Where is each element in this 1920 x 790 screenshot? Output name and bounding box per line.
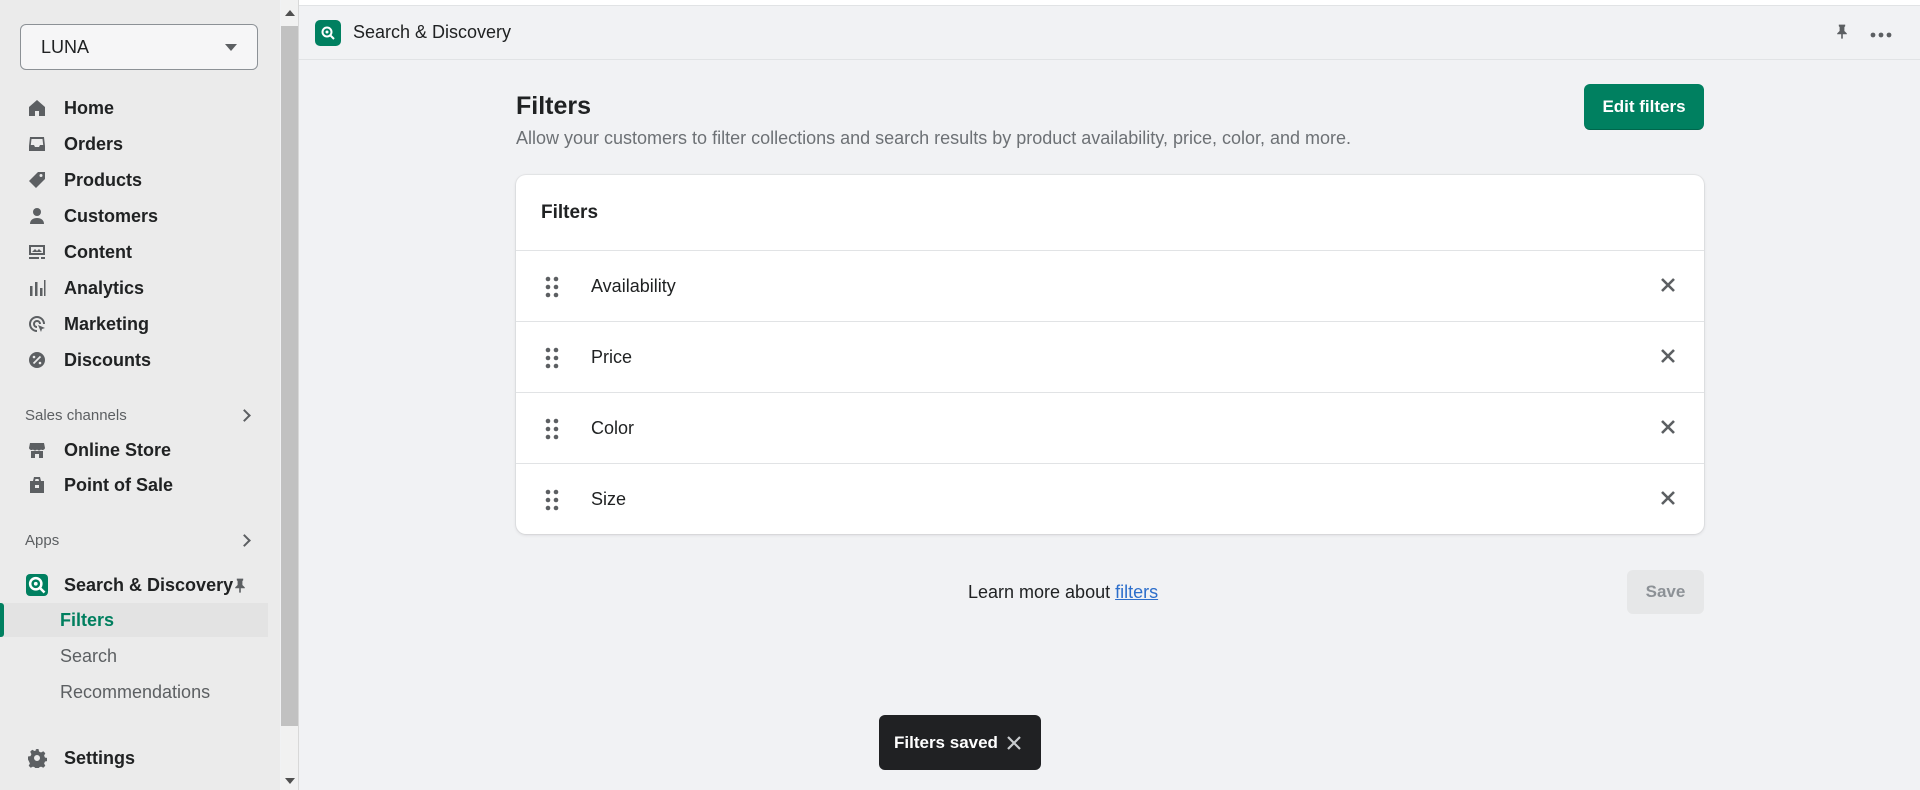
home-icon: [26, 97, 48, 119]
pin-icon[interactable]: [232, 577, 248, 598]
section-label: Apps: [25, 531, 60, 549]
apps-header[interactable]: Apps: [25, 528, 255, 552]
filter-row: Availability: [516, 251, 1704, 322]
nav-orders[interactable]: Orders: [0, 127, 268, 161]
inbox-icon: [26, 133, 48, 155]
scroll-thumb[interactable]: [281, 26, 298, 726]
nav-marketing[interactable]: Marketing: [0, 307, 268, 341]
subnav-filters[interactable]: Filters: [0, 603, 268, 637]
nav-label: Discounts: [64, 349, 152, 370]
filter-label: Availability: [591, 275, 676, 296]
toast-notification: Filters saved: [879, 715, 1041, 770]
sidebar-scrollbar[interactable]: [281, 0, 298, 790]
scroll-down-arrow-icon[interactable]: [285, 778, 295, 784]
sales-channels-header[interactable]: Sales channels: [25, 403, 255, 427]
more-options-icon[interactable]: [1870, 25, 1892, 43]
nav-label: Products: [64, 169, 143, 190]
drag-handle-icon[interactable]: [545, 347, 559, 369]
store-icon: [26, 439, 48, 461]
topbar-actions: [1834, 22, 1892, 45]
nav-settings[interactable]: Settings: [0, 741, 268, 775]
nav-label: Content: [64, 241, 132, 262]
drag-handle-icon[interactable]: [545, 489, 559, 511]
card-title: Filters: [516, 175, 1704, 251]
filter-label: Color: [591, 417, 635, 438]
nav-label: Marketing: [64, 313, 150, 334]
sidebar: LUNA Home Orders Products Customers Cont…: [0, 0, 280, 790]
nav-online-store[interactable]: Online Store: [0, 433, 268, 467]
search-discovery-icon: [26, 574, 48, 596]
nav-products[interactable]: Products: [0, 163, 268, 197]
nav-label: Settings: [64, 747, 136, 768]
nav-point-of-sale[interactable]: Point of Sale: [0, 468, 268, 502]
page-subtitle: Allow your customers to filter collectio…: [516, 128, 1352, 148]
filters-help-link[interactable]: filters: [1115, 582, 1158, 602]
nav-label: Customers: [64, 205, 159, 226]
filter-row: Color: [516, 393, 1704, 464]
learn-more-prefix: Learn more about: [968, 582, 1116, 602]
pin-icon[interactable]: [1834, 22, 1850, 45]
nav-label: Home: [64, 97, 115, 118]
subnav-recommendations[interactable]: Recommendations: [0, 675, 268, 709]
nav-label: Orders: [64, 133, 124, 154]
subnav-label: Recommendations: [60, 681, 211, 702]
gear-icon: [26, 747, 48, 769]
remove-filter-button[interactable]: [1658, 346, 1678, 366]
store-name: LUNA: [41, 36, 90, 57]
edit-filters-button[interactable]: Edit filters: [1584, 84, 1704, 130]
remove-filter-button[interactable]: [1658, 275, 1678, 295]
filter-row: Size: [516, 464, 1704, 534]
image-icon: [26, 241, 48, 263]
target-icon: [26, 313, 48, 335]
app-topbar: Search & Discovery: [299, 6, 1920, 60]
page-title: Filters: [516, 92, 592, 120]
nav-home[interactable]: Home: [0, 91, 268, 125]
remove-filter-button[interactable]: [1658, 417, 1678, 437]
filter-label: Size: [591, 489, 627, 509]
filter-label: Price: [591, 346, 633, 367]
save-button[interactable]: Save: [1627, 570, 1704, 614]
shopping-bag-icon: [26, 474, 48, 496]
caret-down-icon: [225, 43, 237, 51]
scroll-up-arrow-icon[interactable]: [285, 10, 295, 16]
app-title: Search & Discovery: [353, 22, 512, 42]
nav-label: Search & Discovery: [64, 574, 234, 595]
nav-analytics[interactable]: Analytics: [0, 271, 268, 305]
search-discovery-icon: [315, 19, 341, 46]
close-icon[interactable]: [1007, 735, 1021, 750]
toast-message: Filters saved: [894, 732, 998, 752]
subnav-label: Filters: [60, 609, 115, 630]
subnav-label: Search: [60, 645, 118, 666]
chevron-right-icon: [238, 533, 251, 547]
remove-filter-button[interactable]: [1658, 488, 1678, 508]
filter-row: Price: [516, 322, 1704, 393]
tag-icon: [26, 169, 48, 191]
person-icon: [26, 205, 48, 227]
drag-handle-icon[interactable]: [545, 276, 559, 298]
chevron-right-icon: [238, 408, 251, 422]
active-indicator: [0, 603, 4, 637]
nav-customers[interactable]: Customers: [0, 199, 268, 233]
section-label: Sales channels: [25, 406, 127, 424]
drag-handle-icon[interactable]: [545, 418, 559, 440]
filters-card: Filters Availability Price Color Size: [516, 175, 1704, 534]
learn-more-text: Learn more about filters: [968, 582, 1158, 603]
discount-icon: [26, 349, 48, 371]
nav-content[interactable]: Content: [0, 235, 268, 269]
bar-chart-icon: [26, 277, 48, 299]
nav-search-discovery[interactable]: Search & Discovery: [0, 568, 268, 602]
store-selector[interactable]: LUNA: [20, 24, 258, 70]
subnav-search[interactable]: Search: [0, 639, 268, 673]
nav-label: Point of Sale: [64, 474, 174, 495]
nav-label: Online Store: [64, 439, 172, 460]
sidebar-divider: [298, 0, 299, 790]
nav-label: Analytics: [64, 277, 145, 298]
nav-discounts[interactable]: Discounts: [0, 343, 268, 377]
